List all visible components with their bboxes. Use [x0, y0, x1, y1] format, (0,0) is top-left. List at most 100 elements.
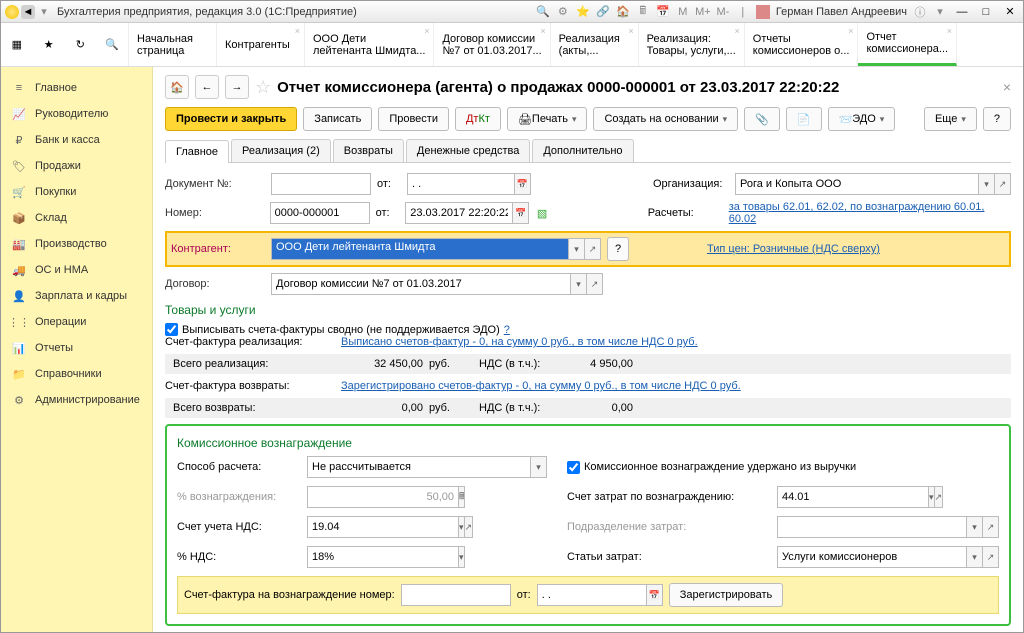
- favorite-button[interactable]: ☆: [255, 77, 271, 98]
- open-icon[interactable]: ↗: [465, 516, 474, 538]
- dtkt-button[interactable]: ДтКт: [455, 107, 501, 131]
- sidebar-item-main[interactable]: ≡Главное: [1, 75, 152, 101]
- edo-button[interactable]: 📨 ЭДО: [828, 107, 896, 131]
- cost-item-input[interactable]: [777, 546, 967, 568]
- m-icon[interactable]: M: [676, 5, 690, 19]
- sidebar-item-reports[interactable]: 📊Отчеты: [1, 335, 152, 361]
- dropdown-icon[interactable]: ▾: [967, 516, 983, 538]
- apps-icon[interactable]: ▦: [8, 36, 26, 54]
- dropdown-icon[interactable]: ▾: [459, 546, 465, 568]
- dropdown-icon[interactable]: ▾: [569, 238, 585, 260]
- attach-button[interactable]: 📎: [744, 107, 780, 131]
- method-input[interactable]: [307, 456, 531, 478]
- back-icon[interactable]: ◄: [21, 5, 35, 19]
- number-input[interactable]: [270, 202, 370, 224]
- tab-counterparties[interactable]: ×Контрагенты: [217, 23, 305, 66]
- price-type-link[interactable]: Тип цен: Розничные (НДС сверху): [707, 243, 880, 255]
- open-icon[interactable]: ↗: [935, 486, 944, 508]
- minimize-button[interactable]: —: [953, 5, 971, 19]
- close-icon[interactable]: ×: [540, 26, 545, 36]
- dropdown-icon[interactable]: ▾: [979, 173, 995, 195]
- search-icon[interactable]: 🔍: [103, 36, 121, 54]
- sidebar-item-sales[interactable]: 🏷Продажи: [1, 153, 152, 179]
- dropdown-icon[interactable]: ▾: [967, 546, 983, 568]
- close-icon[interactable]: ×: [628, 26, 633, 36]
- subtab-main[interactable]: Главное: [165, 140, 229, 163]
- date1-input[interactable]: [407, 173, 515, 195]
- sidebar-item-warehouse[interactable]: 📦Склад: [1, 205, 152, 231]
- dropdown-icon[interactable]: ▾: [531, 456, 547, 478]
- save-button[interactable]: Записать: [303, 107, 372, 131]
- star-icon[interactable]: ★: [40, 36, 58, 54]
- tab-report[interactable]: ×Отчеткомиссионера...: [858, 23, 957, 66]
- open-icon[interactable]: ↗: [587, 273, 603, 295]
- sidebar-item-purchases[interactable]: 🛒Покупки: [1, 179, 152, 205]
- close-icon[interactable]: ×: [424, 26, 429, 36]
- open-icon[interactable]: ↗: [983, 516, 999, 538]
- close-icon[interactable]: ×: [947, 26, 952, 36]
- calendar-icon[interactable]: 📅: [656, 5, 670, 19]
- close-icon[interactable]: ×: [295, 26, 300, 36]
- subtab-cash[interactable]: Денежные средства: [406, 139, 530, 162]
- back-button[interactable]: ←: [195, 75, 219, 99]
- withhold-checkbox[interactable]: Комиссионное вознаграждение удержано из …: [567, 461, 999, 474]
- close-page-button[interactable]: ×: [1003, 79, 1011, 95]
- wand-icon[interactable]: ⚙: [556, 5, 570, 19]
- withhold-check[interactable]: [567, 461, 580, 474]
- help-button[interactable]: ?: [983, 107, 1011, 131]
- summary-sf-checkbox[interactable]: Выписывать счета-фактуры сводно (не подд…: [165, 323, 1011, 336]
- vat-acc-input[interactable]: [307, 516, 459, 538]
- org-input[interactable]: [735, 173, 979, 195]
- open-icon[interactable]: ↗: [995, 173, 1011, 195]
- close-icon[interactable]: ×: [735, 26, 740, 36]
- sidebar-item-manager[interactable]: 📈Руководителю: [1, 101, 152, 127]
- home-sys-icon[interactable]: 🏠: [616, 5, 630, 19]
- open-icon[interactable]: ↗: [983, 546, 999, 568]
- pct-input[interactable]: [307, 486, 459, 508]
- sidebar-item-salary[interactable]: 👤Зарплата и кадры: [1, 283, 152, 309]
- dd2-icon[interactable]: ▾: [933, 5, 947, 19]
- sf-real-link[interactable]: Выписано счетов-фактур - 0, на сумму 0 р…: [341, 336, 698, 348]
- link-sys-icon[interactable]: 🔗: [596, 5, 610, 19]
- help-cp-button[interactable]: ?: [607, 237, 629, 261]
- m-minus-icon[interactable]: M-: [716, 5, 730, 19]
- maximize-button[interactable]: □: [977, 5, 995, 19]
- open-icon[interactable]: ↗: [585, 238, 601, 260]
- search-sys-icon[interactable]: 🔍: [536, 5, 550, 19]
- tab-org[interactable]: ×ООО Детилейтенанта Шмидта...: [305, 23, 434, 66]
- calendar-icon[interactable]: 📅: [647, 584, 663, 606]
- doc-no-input[interactable]: [271, 173, 371, 195]
- sf-ret-link[interactable]: Зарегистрировано счетов-фактур - 0, на с…: [341, 380, 741, 392]
- sidebar-item-refs[interactable]: 📁Справочники: [1, 361, 152, 387]
- calc-icon[interactable]: 🖩: [636, 5, 650, 19]
- post-button[interactable]: Провести: [378, 107, 449, 131]
- calendar-icon[interactable]: 📅: [513, 202, 529, 224]
- sidebar-item-admin[interactable]: ⚙Администрирование: [1, 387, 152, 413]
- counterparty-input[interactable]: ООО Дети лейтенанта Шмидта: [271, 238, 569, 260]
- history-icon[interactable]: ↻: [71, 36, 89, 54]
- subtab-real[interactable]: Реализация (2): [231, 139, 331, 162]
- create-based-button[interactable]: Создать на основании: [593, 107, 738, 131]
- info-icon[interactable]: ⓘ: [913, 5, 927, 19]
- register-button[interactable]: Зарегистрировать: [669, 583, 784, 607]
- list-button[interactable]: 📄: [786, 107, 822, 131]
- status-icon[interactable]: ▧: [535, 206, 549, 220]
- m-plus-icon[interactable]: M+: [696, 5, 710, 19]
- tab-real[interactable]: ×Реализация(акты,...: [551, 23, 639, 66]
- summary-sf-check[interactable]: [165, 323, 178, 336]
- dept-input[interactable]: [777, 516, 967, 538]
- tab-real2[interactable]: ×Реализация:Товары, услуги,...: [639, 23, 745, 66]
- vat-pct-input[interactable]: [307, 546, 459, 568]
- sidebar-item-assets[interactable]: 🚚ОС и НМА: [1, 257, 152, 283]
- dropdown-icon[interactable]: ▾: [37, 5, 51, 19]
- calc-icon[interactable]: 🖩: [459, 486, 465, 508]
- settlements-link[interactable]: за товары 62.01, 62.02, по вознаграждени…: [729, 201, 1011, 225]
- dropdown-icon[interactable]: ▾: [571, 273, 587, 295]
- date2-input[interactable]: [405, 202, 513, 224]
- sf-reward-no-input[interactable]: [401, 584, 511, 606]
- forward-button[interactable]: →: [225, 75, 249, 99]
- calendar-icon[interactable]: 📅: [515, 173, 531, 195]
- more-button[interactable]: Еще: [924, 107, 977, 131]
- close-icon[interactable]: ×: [848, 26, 853, 36]
- sidebar-item-bank[interactable]: ₽Банк и касса: [1, 127, 152, 153]
